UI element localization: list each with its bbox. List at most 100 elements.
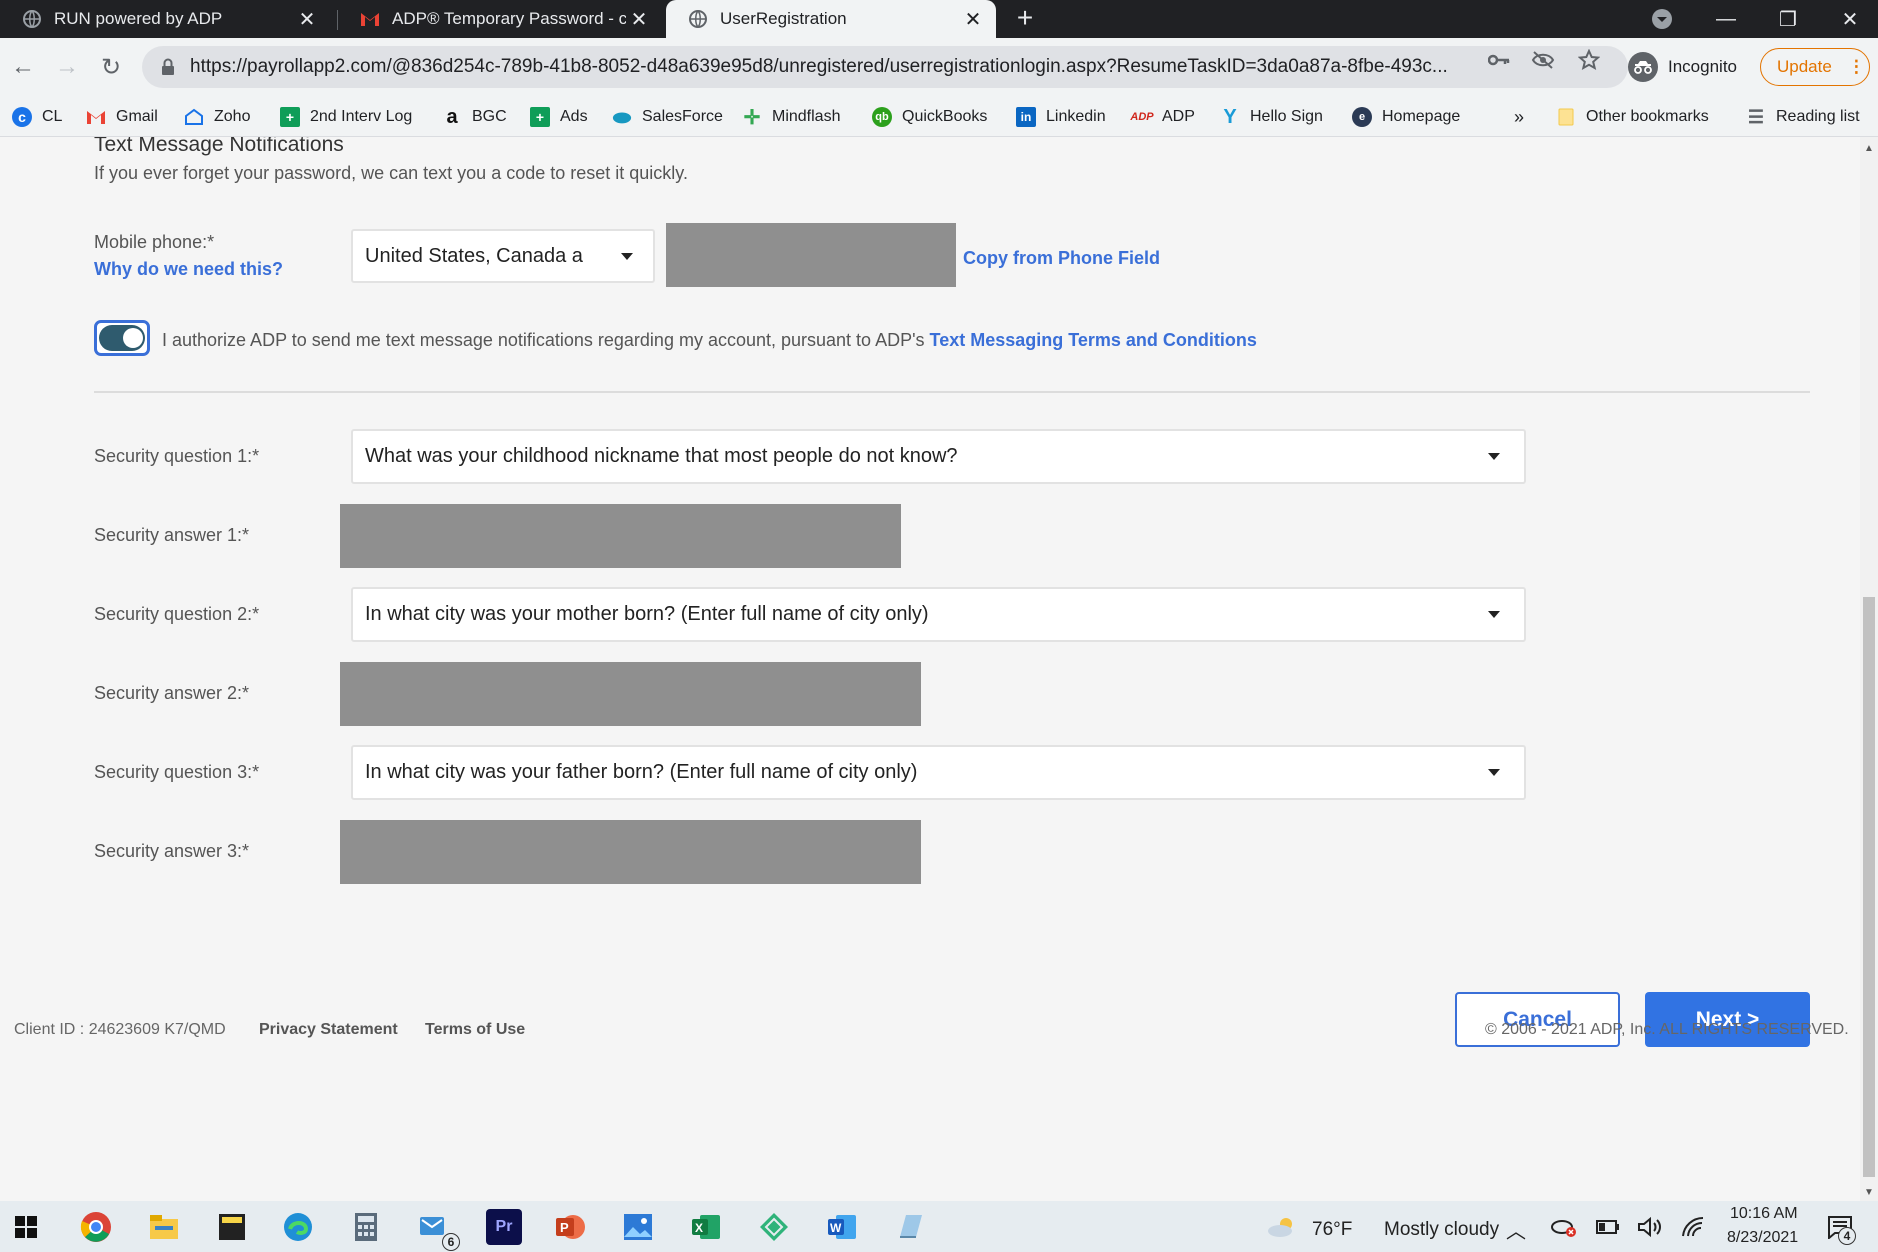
windows-start-icon[interactable] [8,1209,44,1245]
weather-cloud-icon[interactable] [1264,1209,1300,1245]
amazon-icon: a [446,105,458,128]
security-answer-2-input[interactable] [340,662,921,726]
close-icon[interactable]: ✕ [294,7,320,32]
sticky-notes-icon[interactable] [214,1209,250,1245]
sheets-icon: + [530,107,550,127]
bookmark-linkedin[interactable]: in Linkedin [1016,97,1106,137]
wifi-icon[interactable] [1676,1209,1712,1245]
restore-icon[interactable]: ❐ [1760,0,1816,38]
file-explorer-icon[interactable] [146,1209,182,1245]
bookmark-cl[interactable]: c CL [12,97,62,137]
privacy-statement-link[interactable]: Privacy Statement [259,1021,398,1039]
update-button[interactable]: Update ⋮ [1760,48,1870,86]
back-arrow-icon[interactable]: ← [4,48,42,86]
reading-list-label: Reading list [1776,108,1860,125]
cl-icon: c [12,107,32,127]
scrollbar-thumb[interactable] [1863,597,1875,1177]
toggle-knob [123,328,143,348]
reading-list-button[interactable]: ☰ Reading list [1746,97,1860,137]
bookmarks-overflow-button[interactable]: » [1514,97,1524,137]
security-question-2-label: Security question 2:* [94,604,260,624]
chevron-up-icon[interactable]: ︿ [1506,1215,1526,1244]
edge-icon[interactable] [280,1209,316,1245]
bookmark-homepage[interactable]: e Homepage [1352,97,1460,137]
powerpoint-icon[interactable]: P [552,1209,588,1245]
incognito-icon [1628,52,1658,82]
bookmark-2nd-interv-log[interactable]: + 2nd Interv Log [280,97,412,137]
text-messaging-terms-link[interactable]: Text Messaging Terms and Conditions [930,330,1257,350]
security-question-1-label: Security question 1:* [94,446,260,466]
clock-date[interactable]: 8/23/2021 [1727,1229,1798,1247]
weather-temp[interactable]: 76°F [1312,1219,1352,1241]
new-tab-button[interactable]: + [1010,4,1040,34]
onedrive-error-icon[interactable] [1546,1209,1582,1245]
bookmark-quickbooks[interactable]: qb QuickBooks [872,97,987,137]
incognito-indicator[interactable]: Incognito [1628,48,1737,86]
forward-arrow-icon[interactable]: → [48,48,86,86]
country-code-select[interactable]: United States, Canada a [351,229,655,283]
terms-of-use-link[interactable]: Terms of Use [425,1021,525,1039]
star-icon[interactable] [1576,47,1602,73]
tab-search-icon[interactable] [1634,0,1690,38]
page-scrollbar[interactable]: ▲ ▼ [1860,137,1878,1201]
close-icon[interactable]: ✕ [626,7,652,32]
notification-icon[interactable]: 4 [1822,1209,1858,1245]
bookmark-adp[interactable]: ADP ADP [1130,97,1195,137]
premiere-pro-icon[interactable]: Pr [486,1209,522,1245]
tab-user-registration[interactable]: UserRegistration ✕ [666,0,996,38]
gmail-icon [86,107,106,127]
security-question-1-value: What was your childhood nickname that mo… [365,445,958,467]
copy-from-phone-field-link[interactable]: Copy from Phone Field [963,248,1160,269]
battery-icon[interactable] [1590,1209,1626,1245]
word-icon[interactable]: W [824,1209,860,1245]
calculator-icon[interactable] [348,1209,384,1245]
bookmark-mindflash[interactable]: ✛ Mindflash [742,97,841,137]
reload-icon[interactable]: ↻ [92,48,130,86]
bookmark-label: CL [42,108,63,125]
bookmark-label: Mindflash [772,108,841,125]
security-question-1-select[interactable]: What was your childhood nickname that mo… [351,429,1526,484]
excel-icon[interactable]: X [688,1209,724,1245]
volume-icon[interactable] [1632,1209,1668,1245]
close-icon[interactable]: ✕ [960,7,986,32]
security-question-3-select[interactable]: In what city was your father born? (Ente… [351,745,1526,800]
mail-icon[interactable]: 6 [416,1209,460,1251]
bookmark-zoho[interactable]: Zoho [184,97,250,137]
lock-icon[interactable] [158,58,178,76]
toggle-track [99,325,145,351]
clock-time[interactable]: 10:16 AM [1730,1205,1798,1223]
minimize-icon[interactable]: — [1698,0,1754,38]
bookmark-salesforce[interactable]: SalesForce [612,97,723,137]
weather-description[interactable]: Mostly cloudy [1384,1219,1499,1241]
tab-adp-temp-password[interactable]: ADP® Temporary Password - clw ✕ [338,0,662,38]
notepad-icon[interactable] [892,1209,928,1245]
bookmark-bgc[interactable]: a BGC [442,97,506,137]
gmail-icon [360,9,380,29]
address-bar[interactable]: https://payrollapp2.com/@836d254c-789b-4… [142,46,1628,88]
hellosign-icon: Y [1223,105,1237,128]
bookmark-other-bookmarks[interactable]: Other bookmarks [1556,97,1709,137]
globe-icon [688,9,708,29]
security-question-2-select[interactable]: In what city was your mother born? (Ente… [351,587,1526,642]
scroll-up-icon[interactable]: ▲ [1864,143,1874,154]
bookmark-label: QuickBooks [902,108,988,125]
chrome-icon[interactable] [78,1209,114,1245]
bookmark-gmail[interactable]: Gmail [86,97,158,137]
eye-off-icon[interactable] [1530,47,1556,73]
security-answer-1-input[interactable] [340,504,901,568]
bookmark-hello-sign[interactable]: Y Hello Sign [1220,97,1323,137]
tab-run-adp[interactable]: RUN powered by ADP ✕ [0,0,330,38]
sms-consent-toggle[interactable] [94,320,150,356]
app-diamond-icon[interactable] [756,1209,792,1245]
scroll-down-icon[interactable]: ▼ [1864,1187,1874,1198]
salesforce-icon [612,107,632,127]
window-close-icon[interactable]: ✕ [1822,0,1878,38]
mobile-phone-input[interactable] [666,223,956,287]
bookmark-ads[interactable]: + Ads [530,97,588,137]
photos-icon[interactable] [620,1209,656,1245]
key-icon[interactable] [1486,47,1512,73]
why-do-we-need-this-link[interactable]: Why do we need this? [94,259,283,280]
bookmark-label: SalesForce [642,108,723,125]
security-answer-3-input[interactable] [340,820,921,884]
adp-icon: ADP [1130,111,1154,123]
